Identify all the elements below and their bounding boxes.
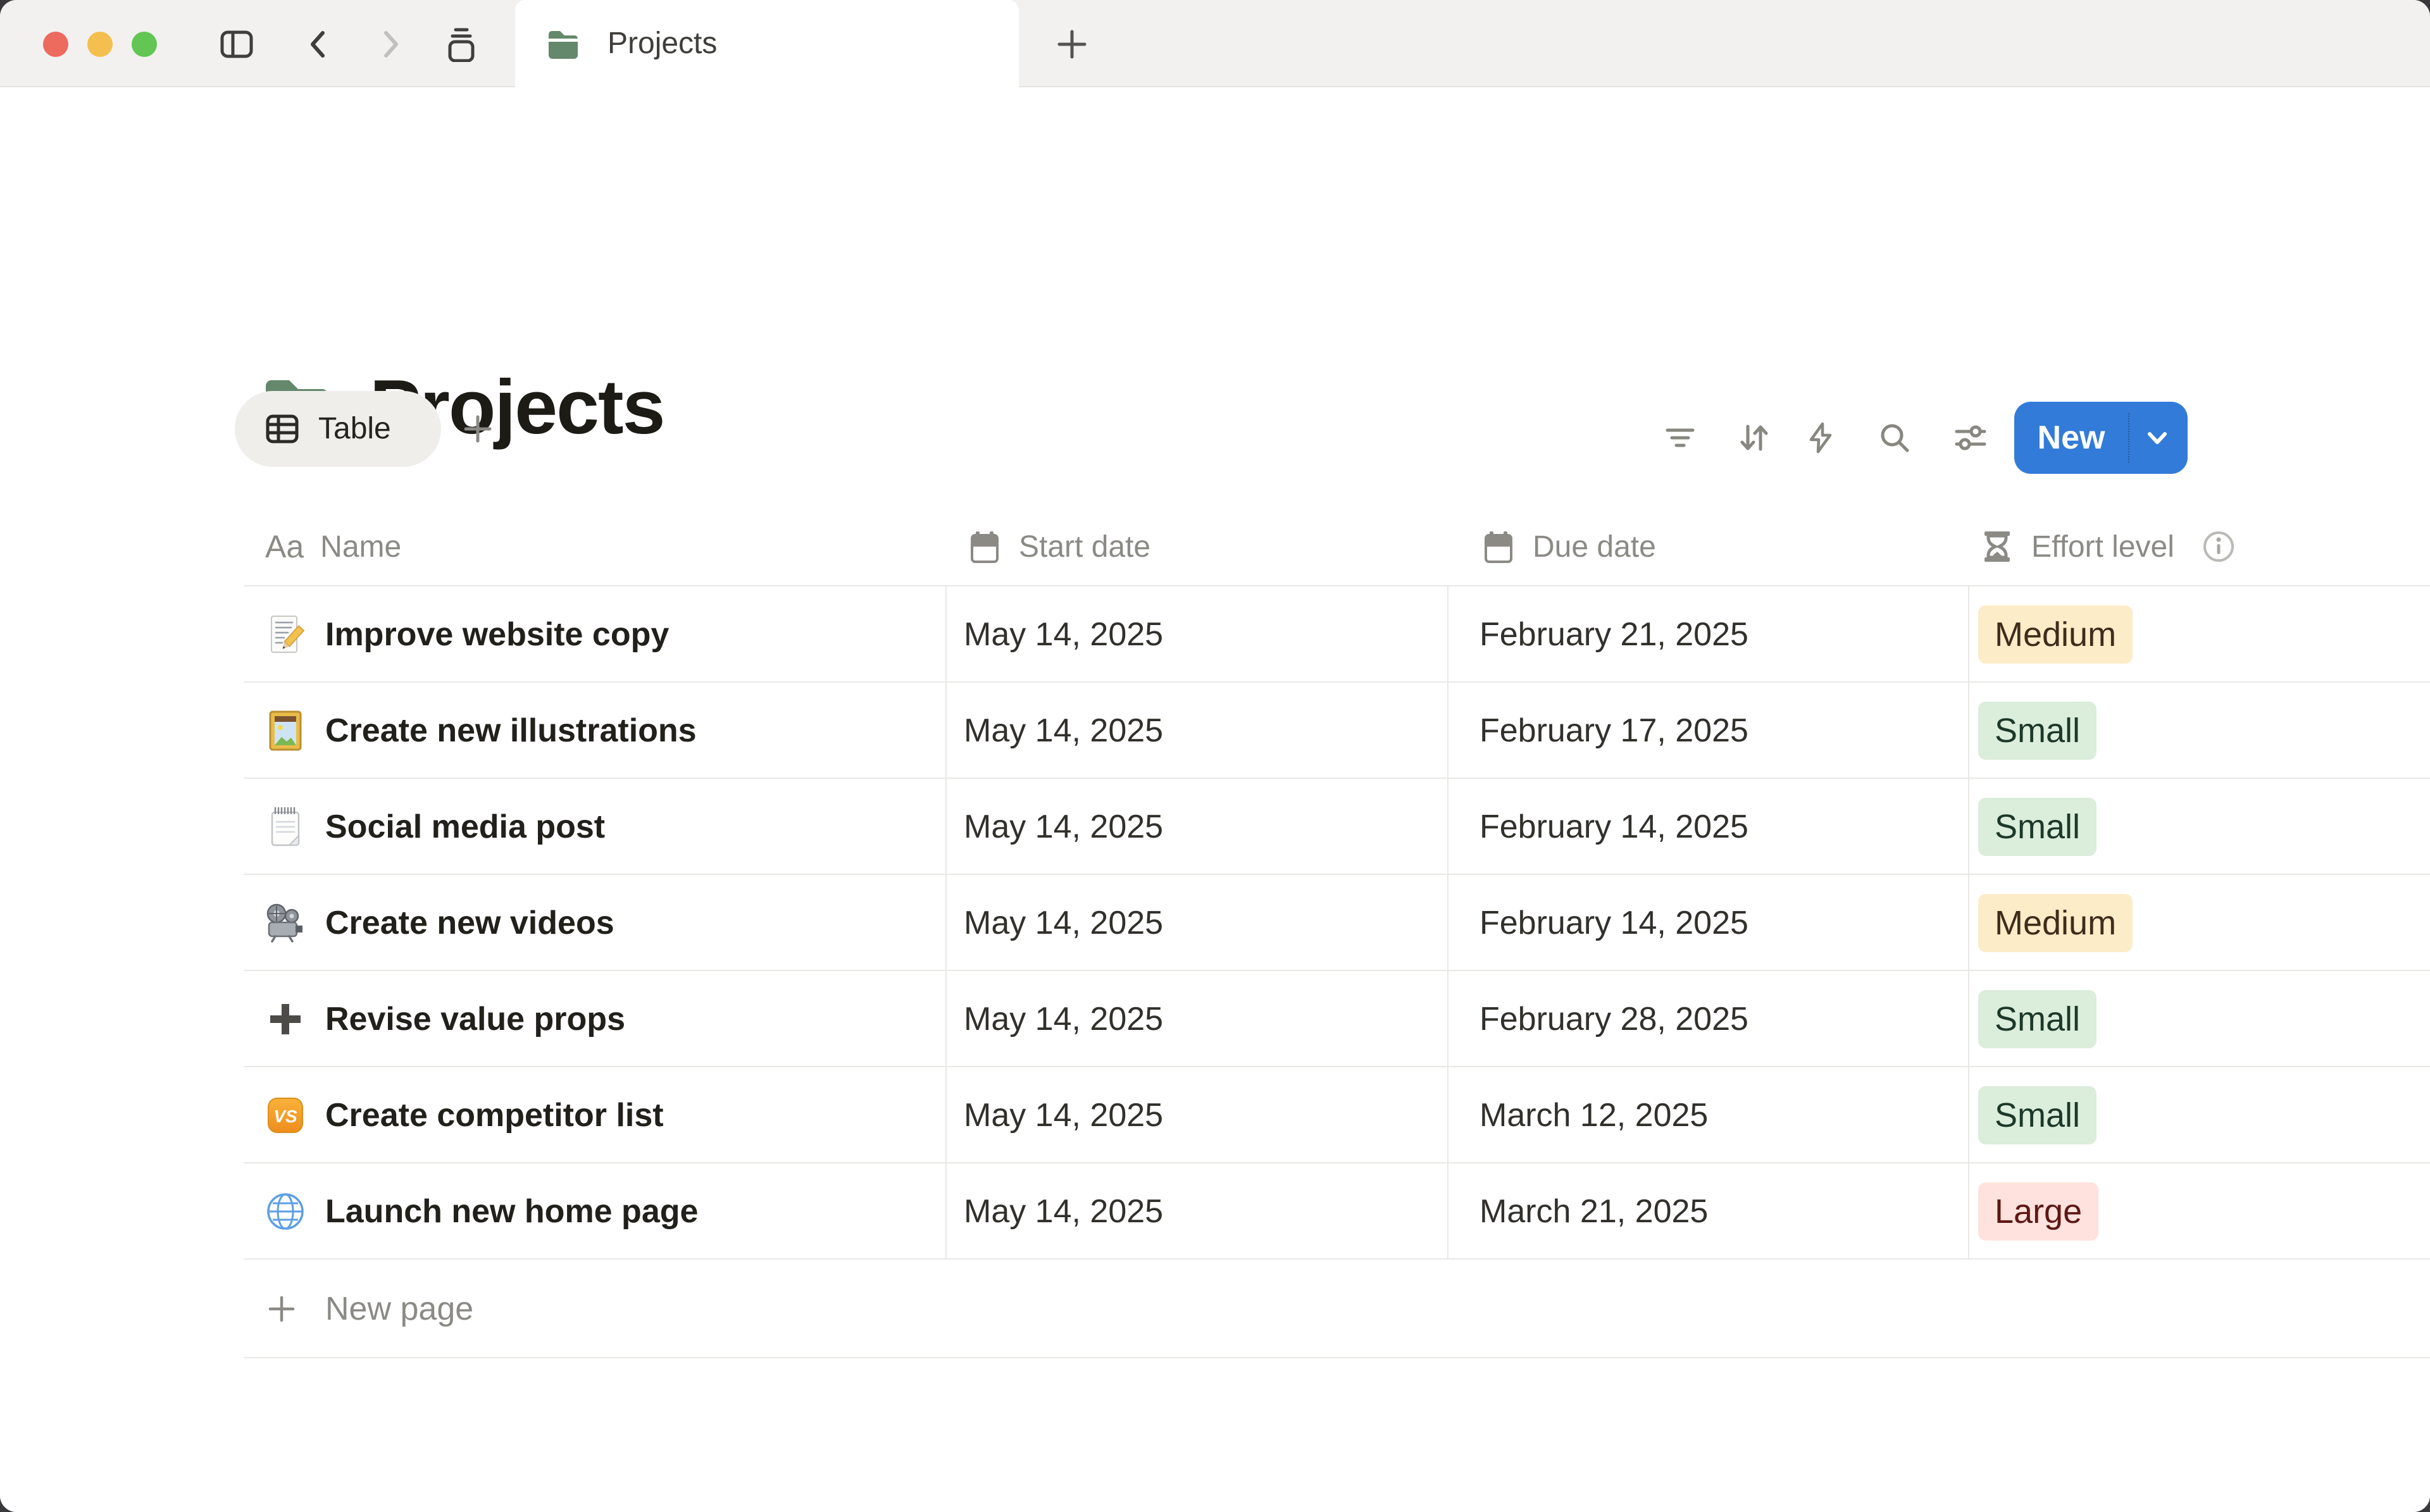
memo-emoji-icon [265, 614, 306, 655]
table-row: Revise value props May 14, 2025 February… [244, 971, 2430, 1067]
due-date-cell[interactable]: February 28, 2025 [1480, 971, 1748, 1067]
effort-tag[interactable]: Small [1978, 798, 2097, 856]
vs-button-emoji-icon: VS [265, 1095, 306, 1136]
due-date-cell[interactable]: March 12, 2025 [1480, 1067, 1708, 1163]
hourglass-icon [1979, 529, 2015, 564]
history-icon[interactable] [444, 27, 479, 62]
page-name-link[interactable]: Create new videos [325, 875, 614, 971]
start-date-cell[interactable]: May 14, 2025 [964, 1163, 1163, 1260]
effort-tag[interactable]: Medium [1978, 894, 2133, 952]
effort-tag[interactable]: Medium [1978, 605, 2133, 664]
new-button[interactable]: New [2014, 402, 2188, 474]
column-header-name[interactable]: Aa Name [265, 508, 401, 585]
text-Aa-icon: Aa [265, 528, 304, 565]
new-page-label: New page [325, 1260, 473, 1358]
due-date-cell[interactable]: February 21, 2025 [1480, 586, 1748, 683]
page-name-link[interactable]: Create competitor list [325, 1067, 664, 1163]
column-label: Name [320, 530, 401, 564]
due-date-cell[interactable]: February 14, 2025 [1480, 779, 1748, 875]
sort-icon[interactable] [1736, 420, 1772, 455]
sidebar-toggle-icon[interactable] [219, 27, 254, 62]
page-name-link[interactable]: Improve website copy [325, 586, 669, 683]
table-row: Social media post May 14, 2025 February … [244, 779, 2430, 875]
table-row: Improve website copy May 14, 2025 Februa… [244, 586, 2430, 683]
start-date-cell[interactable]: May 14, 2025 [964, 1067, 1163, 1163]
column-header-due-date[interactable]: Due date [1481, 508, 1656, 585]
page-content: Projects Table New [0, 89, 2430, 1512]
column-label: Start date [1019, 530, 1150, 564]
svg-text:VS: VS [273, 1106, 297, 1126]
effort-tag[interactable]: Small [1978, 990, 2097, 1048]
table-view-icon [265, 411, 300, 447]
due-date-cell[interactable]: February 17, 2025 [1480, 683, 1748, 779]
table-header-row: Aa Name Start date Due date [244, 508, 2430, 585]
spiral-notepad-emoji-icon [265, 807, 306, 847]
heavy-plus-emoji-icon [265, 999, 306, 1039]
tab-title: Projects [608, 0, 717, 87]
add-view-icon[interactable] [462, 413, 494, 445]
zoom-window-button[interactable] [132, 32, 157, 57]
chevron-down-icon[interactable] [2143, 424, 2171, 452]
automation-lightning-icon[interactable] [1803, 420, 1838, 455]
app-window: Projects Projects Table [0, 0, 2430, 1512]
view-tab-table[interactable]: Table [235, 391, 441, 467]
search-icon[interactable] [1877, 420, 1912, 455]
folder-icon [545, 27, 581, 62]
page-name-link[interactable]: Launch new home page [325, 1163, 698, 1260]
start-date-cell[interactable]: May 14, 2025 [964, 586, 1163, 683]
film-projector-emoji-icon [265, 903, 306, 943]
framed-picture-emoji-icon [265, 710, 306, 751]
page-name-link[interactable]: Social media post [325, 779, 605, 875]
new-page-row[interactable]: New page [244, 1260, 2430, 1358]
effort-tag[interactable]: Small [1978, 1086, 2097, 1144]
table-row: Create new videos May 14, 2025 February … [244, 875, 2430, 971]
table-row: Launch new home page May 14, 2025 March … [244, 1163, 2430, 1260]
due-date-cell[interactable]: February 14, 2025 [1480, 875, 1748, 971]
table-row: VS Create competitor list May 14, 2025 M… [244, 1067, 2430, 1163]
start-date-cell[interactable]: May 14, 2025 [964, 971, 1163, 1067]
column-label: Effort level [2031, 530, 2174, 564]
effort-tag[interactable]: Large [1978, 1182, 2098, 1241]
calendar-icon [967, 529, 1002, 564]
filter-icon[interactable] [1662, 420, 1698, 455]
close-window-button[interactable] [43, 32, 68, 57]
page-name-link[interactable]: Revise value props [325, 971, 625, 1067]
page-name-link[interactable]: Create new illustrations [325, 683, 697, 779]
tab-bar: Projects [0, 0, 2430, 87]
calendar-icon [1481, 529, 1516, 564]
view-settings-sliders-icon[interactable] [1953, 420, 1988, 455]
column-header-start-date[interactable]: Start date [967, 508, 1150, 585]
new-tab-icon[interactable] [1054, 27, 1090, 62]
table-body: Improve website copy May 14, 2025 Februa… [244, 585, 2430, 1260]
start-date-cell[interactable]: May 14, 2025 [964, 875, 1163, 971]
globe-emoji-icon [265, 1191, 306, 1232]
view-tab-label: Table [318, 391, 391, 467]
tab-projects[interactable]: Projects [515, 0, 1019, 89]
column-label: Due date [1533, 530, 1656, 564]
new-button-divider [2128, 413, 2129, 462]
back-icon[interactable] [301, 27, 337, 62]
projects-table: Aa Name Start date Due date [244, 508, 2430, 1358]
effort-tag[interactable]: Small [1978, 702, 2097, 760]
column-header-effort-level[interactable]: Effort level [1979, 508, 2235, 585]
due-date-cell[interactable]: March 21, 2025 [1480, 1163, 1708, 1260]
plus-icon [266, 1294, 297, 1324]
table-row: Create new illustrations May 14, 2025 Fe… [244, 683, 2430, 779]
info-icon[interactable] [2202, 530, 2235, 563]
minimize-window-button[interactable] [87, 32, 113, 57]
new-button-label: New [2014, 419, 2128, 457]
start-date-cell[interactable]: May 14, 2025 [964, 779, 1163, 875]
forward-icon[interactable] [372, 27, 408, 62]
start-date-cell[interactable]: May 14, 2025 [964, 683, 1163, 779]
